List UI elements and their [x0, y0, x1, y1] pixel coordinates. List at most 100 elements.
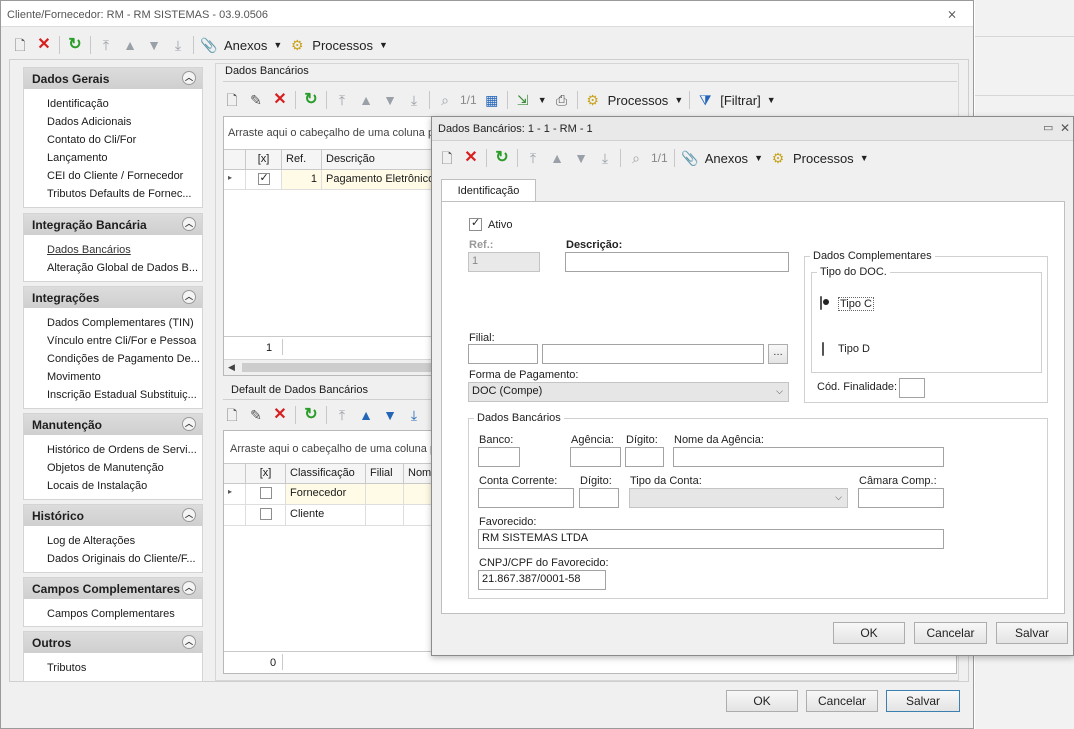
tab-identificacao[interactable]: Identificação — [441, 179, 536, 202]
collapse-icon[interactable]: ︿ — [182, 508, 196, 522]
scrollbar-thumb[interactable] — [242, 363, 432, 372]
sidebar-section-header[interactable]: Dados Gerais ︿ — [24, 68, 202, 89]
first-record-icon[interactable]: ⤒ — [333, 406, 351, 424]
filter-icon[interactable]: ⧩ — [696, 91, 714, 109]
sidebar-item-dados-originais[interactable]: Dados Originais do Cliente/F... — [24, 550, 202, 568]
chevron-down-icon[interactable]: ⌵ — [776, 386, 783, 397]
column-header-classificacao[interactable]: Classificação — [286, 464, 366, 484]
sidebar-item-vinculo[interactable]: Vínculo entre Cli/For e Pessoa — [24, 332, 202, 350]
sidebar-item-objetos-manutencao[interactable]: Objetos de Manutenção — [24, 459, 202, 477]
ref-field[interactable]: 1 — [468, 252, 540, 272]
ativo-checkbox[interactable] — [469, 216, 482, 231]
sidebar-section-header[interactable]: Outros ︿ — [24, 632, 202, 653]
anexos-menu[interactable]: Anexos — [224, 38, 267, 53]
first-record-icon[interactable]: ⤒ — [97, 36, 115, 54]
first-record-icon[interactable]: ⤒ — [524, 149, 542, 167]
sidebar-item-dados-adicionais[interactable]: Dados Adicionais — [24, 113, 202, 131]
previous-record-icon[interactable]: ▲ — [357, 91, 375, 109]
sidebar-item-cei[interactable]: CEI do Cliente / Fornecedor — [24, 167, 202, 185]
sidebar-item-alteracao-global[interactable]: Alteração Global de Dados B... — [24, 259, 202, 277]
tipo-conta-select[interactable]: ⌵ — [629, 488, 848, 508]
row-checkbox[interactable] — [259, 508, 272, 520]
delete-icon[interactable]: ✕ — [271, 406, 289, 424]
last-record-icon[interactable]: ⤓ — [596, 149, 614, 167]
column-header-filial[interactable]: Filial — [366, 464, 404, 484]
previous-record-icon[interactable]: ▲ — [548, 149, 566, 167]
sidebar-item-movimento[interactable]: Movimento — [24, 368, 202, 386]
cancel-button[interactable]: Cancelar — [806, 690, 878, 712]
ok-button[interactable]: OK — [726, 690, 798, 712]
filial-lookup-button[interactable]: … — [768, 344, 788, 364]
sidebar-item-tributos[interactable]: Tributos — [24, 659, 202, 677]
next-record-icon[interactable]: ▼ — [381, 406, 399, 424]
table-row[interactable]: ▸ 1 Pagamento Eletrônico — [224, 170, 434, 190]
next-record-icon[interactable]: ▼ — [572, 149, 590, 167]
processos-menu[interactable]: Processos — [312, 38, 373, 53]
sidebar-item-dados-bancarios[interactable]: Dados Bancários — [24, 241, 202, 259]
new-icon[interactable]: 🗋 — [438, 149, 456, 167]
next-record-icon[interactable]: ▼ — [145, 36, 163, 54]
descricao-field[interactable] — [565, 252, 789, 272]
edit-icon[interactable]: ✎ — [247, 406, 265, 424]
previous-record-icon[interactable]: ▲ — [357, 406, 375, 424]
row-checkbox[interactable] — [259, 487, 272, 499]
table-row[interactable]: ▸ Fornecedor — [224, 484, 434, 505]
sidebar-item-contato[interactable]: Contato do Cli/For — [24, 131, 202, 149]
sidebar-item-inscricao-estadual[interactable]: Inscrição Estadual Substituiç... — [24, 386, 202, 404]
cnpj-field[interactable]: 21.867.387/0001-58 — [478, 570, 606, 590]
last-record-icon[interactable]: ⤓ — [405, 91, 423, 109]
tipo-c-label[interactable]: Tipo C — [838, 297, 874, 311]
sidebar-item-lancamento[interactable]: Lançamento — [24, 149, 202, 167]
close-icon[interactable]: ⨯ — [947, 7, 957, 21]
edit-icon[interactable]: ✎ — [247, 91, 265, 109]
delete-icon[interactable]: ✕ — [271, 91, 289, 109]
sidebar-item-historico-os[interactable]: Histórico de Ordens de Servi... — [24, 441, 202, 459]
forma-pagamento-select[interactable]: DOC (Compe) ⌵ — [468, 382, 789, 402]
sidebar-section-header[interactable]: Integração Bancária ︿ — [24, 214, 202, 235]
processos-menu[interactable]: Processos — [608, 93, 669, 108]
favorecido-field[interactable]: RM SISTEMAS LTDA — [478, 529, 944, 549]
agencia-field[interactable] — [570, 447, 621, 467]
sidebar-item-log-alteracoes[interactable]: Log de Alterações — [24, 532, 202, 550]
delete-icon[interactable]: ✕ — [35, 36, 53, 54]
collapse-icon[interactable]: ︿ — [182, 581, 196, 595]
chevron-down-icon[interactable]: ▼ — [754, 153, 763, 163]
sidebar-item-locais-instalacao[interactable]: Locais de Instalação — [24, 477, 202, 495]
collapse-icon[interactable]: ︿ — [182, 71, 196, 85]
last-record-icon[interactable]: ⤓ — [405, 406, 423, 424]
ok-button[interactable]: OK — [833, 622, 905, 644]
sidebar-section-header[interactable]: Campos Complementares ︿ — [24, 578, 202, 599]
collapse-icon[interactable]: ︿ — [182, 417, 196, 431]
collapse-icon[interactable]: ︿ — [182, 635, 196, 649]
binoculars-icon[interactable]: ⌕ — [627, 149, 645, 167]
banco-field[interactable] — [478, 447, 520, 467]
nome-agencia-field[interactable] — [673, 447, 944, 467]
chevron-down-icon[interactable]: ▼ — [538, 95, 547, 105]
refresh-icon[interactable]: ↻ — [302, 406, 320, 424]
chevron-down-icon[interactable]: ⌵ — [835, 492, 842, 503]
delete-icon[interactable]: ✕ — [462, 149, 480, 167]
save-button[interactable]: Salvar — [886, 690, 960, 712]
cod-finalidade-field[interactable] — [899, 378, 925, 398]
chevron-down-icon[interactable]: ▼ — [674, 95, 683, 105]
next-record-icon[interactable]: ▼ — [381, 91, 399, 109]
conta-corrente-field[interactable] — [478, 488, 574, 508]
collapse-icon[interactable]: ︿ — [182, 290, 196, 304]
sidebar-section-header[interactable]: Manutenção ︿ — [24, 414, 202, 435]
filial-code-field[interactable] — [468, 344, 538, 364]
new-icon[interactable]: 🗋 — [223, 91, 241, 109]
close-icon[interactable]: ✕ — [1060, 121, 1070, 135]
processos-menu[interactable]: Processos — [793, 151, 854, 166]
sidebar-section-header[interactable]: Histórico ︿ — [24, 505, 202, 526]
refresh-icon[interactable]: ↻ — [493, 149, 511, 167]
agencia-digito-field[interactable] — [625, 447, 664, 467]
maximize-icon[interactable]: ▭ — [1043, 121, 1053, 134]
camara-field[interactable] — [858, 488, 944, 508]
row-checkbox[interactable] — [257, 171, 270, 185]
conta-digito-field[interactable] — [579, 488, 619, 508]
previous-record-icon[interactable]: ▲ — [121, 36, 139, 54]
chevron-down-icon[interactable]: ▼ — [860, 153, 869, 163]
table-row[interactable]: Cliente — [224, 505, 434, 526]
sidebar-item-tributos-defaults[interactable]: Tributos Defaults de Fornec... — [24, 185, 202, 203]
calendar-icon[interactable]: ▦ — [483, 91, 501, 109]
